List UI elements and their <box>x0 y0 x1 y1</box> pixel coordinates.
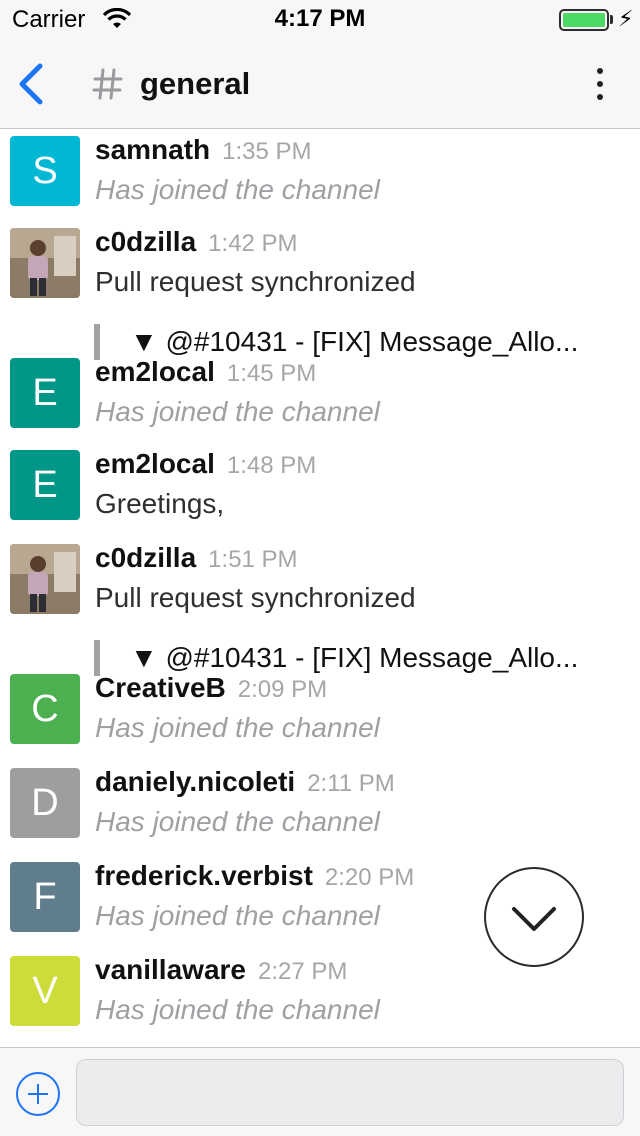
battery-fill <box>563 13 605 27</box>
system-message[interactable]: Ssamnath 1:35 PM Has joined the channel <box>0 130 640 220</box>
message-text: Has joined the channel <box>95 396 380 427</box>
message-username[interactable]: em2local <box>95 356 215 387</box>
avatar[interactable]: C <box>10 674 80 744</box>
battery-icon <box>559 9 609 31</box>
system-message[interactable]: Ddaniely.nicoleti 2:11 PM Has joined the c… <box>0 762 640 852</box>
avatar[interactable]: E <box>10 450 80 520</box>
avatar[interactable]: S <box>10 136 80 206</box>
message-timestamp: 1:35 PM <box>222 138 312 165</box>
kebab-dot <box>597 81 603 87</box>
kebab-menu-button[interactable] <box>584 64 616 104</box>
message-username[interactable]: samnath <box>95 134 210 165</box>
message-header: samnath 1:35 PM <box>95 134 312 166</box>
message-header: c0dzilla 1:42 PM <box>95 226 298 258</box>
message-header: frederick.verbist 2:20 PM <box>95 860 414 892</box>
message-username[interactable]: vanillaware <box>95 954 246 985</box>
message-item[interactable]: Eem2local 1:48 PM Greetings, <box>0 444 640 534</box>
message-header: CreativeB 2:09 PM <box>95 672 327 704</box>
system-message[interactable]: Eem2local 1:45 PM Has joined the channel <box>0 352 640 442</box>
message-username[interactable]: daniely.nicoleti <box>95 766 295 797</box>
message-header: em2local 1:45 PM <box>95 356 316 388</box>
message-composer <box>0 1047 640 1136</box>
back-button[interactable] <box>12 62 52 106</box>
avatar[interactable]: V <box>10 956 80 1026</box>
message-header: em2local 1:48 PM <box>95 448 316 480</box>
chevron-left-icon <box>19 63 43 105</box>
message-username[interactable]: frederick.verbist <box>95 860 313 891</box>
message-username[interactable]: c0dzilla <box>95 226 196 257</box>
message-header: daniely.nicoleti 2:11 PM <box>95 766 395 798</box>
avatar[interactable]: D <box>10 768 80 838</box>
avatar[interactable] <box>10 228 80 298</box>
add-attachment-button[interactable] <box>16 1072 60 1116</box>
message-input[interactable] <box>76 1059 624 1126</box>
message-item[interactable]: c0dzilla 1:42 PM Pull request synchronized… <box>0 222 640 362</box>
message-text: Has joined the channel <box>95 994 380 1025</box>
chevron-down-icon <box>512 907 556 931</box>
system-message[interactable]: C CreativeB 2:09 PM Has joined the channel <box>0 668 640 758</box>
channel-title[interactable]: general <box>140 66 250 102</box>
message-header: c0dzilla 1:51 PM <box>95 542 298 574</box>
message-item[interactable]: c0dzilla 1:51 PM Pull request synchronized… <box>0 538 640 678</box>
message-timestamp: 1:48 PM <box>226 452 317 479</box>
message-username[interactable]: c0dzilla <box>95 542 196 573</box>
avatar[interactable] <box>10 544 80 614</box>
channel-header: general <box>0 40 640 129</box>
message-timestamp: 2:27 PM <box>257 958 348 985</box>
message-text: Has joined the channel <box>95 806 380 837</box>
message-timestamp: 1:42 PM <box>208 230 298 257</box>
message-text: Has joined the channel <box>95 900 380 931</box>
message-timestamp: 2:11 PM <box>307 770 395 797</box>
scroll-to-bottom-button[interactable] <box>484 867 584 967</box>
avatar[interactable]: E <box>10 358 80 428</box>
message-text: Greetings, <box>95 488 225 519</box>
message-text: Has joined the channel <box>95 712 380 743</box>
charging-bolt-icon: ⚡ <box>618 6 634 31</box>
message-timestamp: 1:45 PM <box>226 360 317 387</box>
hash-icon <box>92 68 123 100</box>
status-time: 4:17 PM <box>274 5 366 32</box>
message-text: Has joined the channel <box>95 174 380 205</box>
message-header: vanillaware 2:27 PM <box>95 954 347 986</box>
kebab-dot <box>597 68 603 74</box>
battery-cap <box>610 15 613 24</box>
message-text: Pull request synchronized <box>95 266 416 297</box>
avatar[interactable]: F <box>10 862 80 932</box>
status-bar: Carrier 4:17 PM ⚡ <box>0 0 640 40</box>
kebab-dot <box>597 94 603 100</box>
message-username[interactable]: em2local <box>95 448 215 479</box>
message-timestamp: 2:20 PM <box>324 864 415 891</box>
message-timestamp: 1:51 PM <box>208 546 298 573</box>
message-text: Pull request synchronized <box>95 582 416 613</box>
message-username[interactable]: CreativeB <box>95 672 226 703</box>
message-timestamp: 2:09 PM <box>237 676 328 703</box>
